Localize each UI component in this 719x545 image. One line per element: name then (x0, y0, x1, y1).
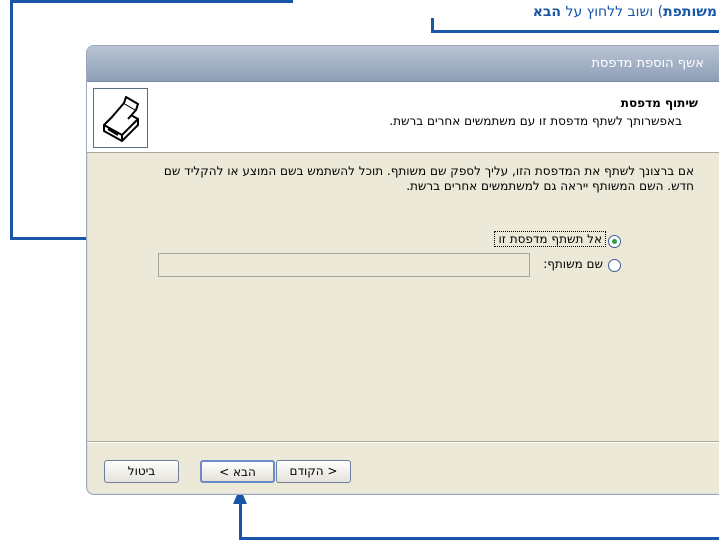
callout-line-bottom-horizontal (239, 537, 719, 540)
annotation-bold-2: הבא (532, 4, 562, 20)
cancel-button[interactable]: ביטול (104, 460, 179, 483)
next-button[interactable]: הבא > (200, 460, 275, 483)
printer-icon (93, 88, 148, 148)
radio-do-not-share-label[interactable]: אל תשתף מדפסת זו (494, 231, 606, 247)
annotation-caption: משותפת) ושוב ללחוץ על הבא (533, 4, 717, 20)
annotation-plain: ) ושוב ללחוץ על (561, 4, 664, 20)
callout-line-top-horizontal-right (431, 30, 719, 33)
back-button[interactable]: < הקודם (276, 460, 351, 483)
wizard-header: שיתוף מדפסת באפשרותך לשתף מדפסת זו עם מש… (87, 82, 719, 153)
header-title: שיתוף מדפסת (620, 96, 698, 110)
annotation-bold-1: משותפת (663, 4, 717, 20)
callout-line-top-horizontal-left (10, 0, 293, 3)
title-bar[interactable]: אשף הוספת מדפסת (87, 46, 719, 82)
radio-share-name[interactable] (608, 259, 621, 272)
description-text: אם ברצונך לשתף את המדפסת הזו, עליך לספק … (163, 164, 694, 193)
do-not-share-label-text: אל תשתף מדפסת זו (494, 231, 606, 247)
button-separator (87, 441, 719, 442)
share-name-input[interactable] (158, 253, 530, 277)
window-title: אשף הוספת מדפסת (591, 56, 704, 71)
radio-do-not-share[interactable] (608, 235, 621, 248)
add-printer-wizard-window: אשף הוספת מדפסת שיתוף מדפסת באפשרותך לשת… (86, 45, 719, 495)
radio-share-name-label[interactable]: שם משותף: (543, 257, 603, 271)
header-subtitle: באפשרותך לשתף מדפסת זו עם משתמשים אחרים … (389, 114, 682, 128)
callout-line-left-vertical (10, 0, 13, 240)
callout-line-bottom-vertical (239, 503, 242, 540)
